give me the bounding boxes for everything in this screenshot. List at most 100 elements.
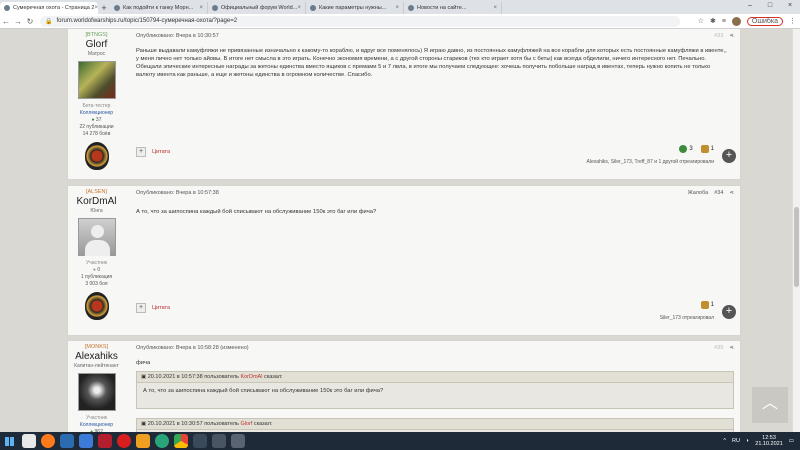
user-rank: Капитан-лейтенант (74, 363, 119, 369)
post-number[interactable]: #33 (714, 33, 723, 39)
tab-active[interactable]: Сумеречная охота - Страница 2 × (0, 2, 98, 14)
profile-avatar[interactable] (731, 16, 741, 26)
post-timestamp[interactable]: Опубликовано: Вчера в 10:30:57 (136, 33, 219, 39)
user-group: Участник (85, 415, 108, 421)
quote-said: сказал: (263, 374, 283, 380)
app-icon[interactable] (79, 434, 93, 448)
report-link[interactable]: Жалоба (688, 190, 709, 196)
avatar[interactable] (77, 218, 116, 256)
clock[interactable]: 12:53 21.10.2021 (755, 435, 783, 447)
user-rank: Юнга (90, 208, 103, 214)
post-body: Опубликовано: Вчера в 10:30:57 #33 ⋖ Рань… (136, 29, 740, 179)
reaction[interactable]: 3 (679, 145, 693, 153)
close-tab-icon[interactable]: × (199, 5, 203, 11)
clan-tag[interactable]: [ALSEN] (68, 189, 125, 195)
chevron-up-icon[interactable]: ^ (723, 438, 726, 444)
reading-list-icon[interactable]: ≡ (722, 18, 726, 25)
share-icon[interactable]: ⋖ (729, 33, 734, 39)
firefox-icon[interactable] (41, 434, 55, 448)
quote-button[interactable]: Цитата (152, 305, 170, 311)
quote-author[interactable]: Glorf (240, 421, 252, 427)
tab[interactable]: Официальный форум World... × (208, 2, 306, 14)
tab-favicon (4, 5, 10, 11)
tab[interactable]: Новости на сайте... × (404, 2, 502, 14)
email-icon[interactable] (155, 434, 169, 448)
lock-icon[interactable]: 🔒 (45, 18, 52, 25)
game-icon[interactable] (212, 434, 226, 448)
window-controls: – □ × (740, 0, 800, 12)
reaction[interactable]: 1 (700, 301, 714, 309)
post-number[interactable]: #35 (714, 345, 723, 351)
app-icon[interactable] (98, 434, 112, 448)
quote-text: А то, что за шипоспина каждый бой списыв… (143, 388, 384, 394)
share-icon[interactable]: ⋖ (729, 190, 734, 196)
file-explorer-icon[interactable] (136, 434, 150, 448)
reaction-count: 1 (710, 302, 714, 308)
reaction-count: 3 (689, 146, 693, 152)
maximize-icon[interactable]: □ (760, 0, 780, 12)
forward-icon[interactable]: → (12, 17, 24, 26)
author-panel: [MONKS] Alexahiks Капитан-лейтенант Учас… (68, 341, 125, 432)
chrome-icon[interactable] (174, 434, 188, 448)
forum-post: [MONKS] Alexahiks Капитан-лейтенант Учас… (67, 340, 741, 432)
post-tools: Жалоба #34 ⋖ (688, 190, 734, 196)
clan-tag[interactable]: [BTNGS] (68, 32, 125, 38)
avatar[interactable] (77, 61, 116, 99)
star-icon[interactable]: ☆ (698, 17, 704, 25)
notifications-icon[interactable]: ▭ (789, 438, 794, 444)
username[interactable]: KorDmAl (68, 196, 125, 207)
tab[interactable]: Как подойти к танку Морн... × (110, 2, 208, 14)
minimize-icon[interactable]: – (740, 0, 760, 12)
reload-icon[interactable]: ↻ (24, 17, 36, 26)
reacted-users[interactable]: Siler_173 отреагировал (660, 315, 714, 321)
back-icon[interactable]: ← (0, 17, 12, 26)
react-button[interactable]: + (722, 149, 736, 163)
extensions-icon[interactable]: ✱ (710, 17, 716, 25)
share-icon[interactable]: ⋖ (729, 345, 734, 351)
windows-icon (4, 436, 14, 446)
multiquote-button[interactable]: + (136, 303, 146, 313)
scroll-to-top-button[interactable]: ︿ (752, 387, 788, 423)
menu-icon[interactable]: ⋮ (789, 17, 796, 25)
start-button[interactable] (0, 432, 18, 450)
quote-author[interactable]: KorDmAl (240, 374, 262, 380)
tab-label: Какие параметры нужны... (319, 5, 387, 11)
post-timestamp[interactable]: Опубликовано: Вчера в 10:58:28 (изменено… (136, 345, 249, 351)
game-launcher-icon[interactable] (193, 434, 207, 448)
tab-favicon (408, 5, 414, 11)
clan-tag[interactable]: [MONKS] (68, 344, 125, 350)
post-body: Опубликовано: Вчера в 10:58:28 (изменено… (136, 341, 740, 432)
error-button[interactable]: Ошибка (746, 16, 783, 26)
tab[interactable]: Какие параметры нужны... × (306, 2, 404, 14)
close-tab-icon[interactable]: × (395, 5, 399, 11)
post-timestamp[interactable]: Опубликовано: Вчера в 10:57:38 (136, 190, 219, 196)
close-tab-icon[interactable]: × (297, 5, 301, 11)
quote-date: 20.10.2021 в 10:30:57 (147, 421, 203, 427)
volume-icon[interactable]: ◗ (746, 438, 749, 444)
collapse-icon[interactable]: ▣ (141, 421, 146, 427)
url-field[interactable]: 🔒 forum.worldofwarships.ru/topic/150794-с… (40, 15, 680, 27)
opera-icon[interactable] (117, 434, 131, 448)
close-window-icon[interactable]: × (780, 0, 800, 12)
collapse-icon[interactable]: ▣ (141, 374, 146, 380)
close-tab-icon[interactable]: × (493, 5, 497, 11)
react-button[interactable]: + (722, 305, 736, 319)
username[interactable]: Alexahiks (68, 351, 125, 362)
search-icon[interactable] (22, 434, 36, 448)
username[interactable]: Glorf (68, 39, 125, 50)
reactions: 1 (700, 301, 714, 309)
reaction[interactable]: 1 (700, 145, 714, 153)
avatar[interactable] (77, 373, 116, 411)
page-scrollbar[interactable] (792, 29, 800, 432)
quote-button[interactable]: Цитата (152, 149, 170, 155)
post-text: фича (136, 360, 151, 366)
post-number[interactable]: #34 (714, 190, 723, 196)
multiquote-button[interactable]: + (136, 147, 146, 157)
security-app-icon[interactable] (60, 434, 74, 448)
new-tab-button[interactable]: + (98, 2, 110, 14)
reacted-users[interactable]: Alexahiks, Siler_173, Treff_87 и 1 друго… (587, 159, 714, 165)
hat-icon (700, 301, 709, 309)
language-indicator[interactable]: RU (732, 438, 740, 444)
game-icon[interactable] (231, 434, 245, 448)
scrollbar-thumb[interactable] (794, 207, 799, 287)
